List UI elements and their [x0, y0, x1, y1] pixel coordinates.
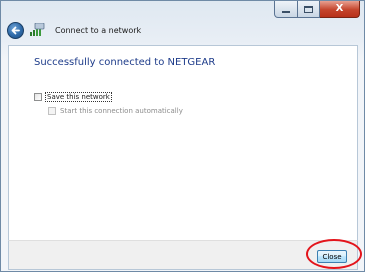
minimize-button[interactable] — [274, 1, 298, 18]
save-network-option[interactable]: Save this network — [34, 92, 112, 102]
save-network-label[interactable]: Save this network — [45, 92, 112, 102]
start-automatically-checkbox — [48, 107, 56, 115]
start-automatically-option: Start this connection automatically — [48, 107, 183, 115]
save-network-checkbox[interactable] — [34, 93, 42, 101]
network-icon — [29, 23, 45, 38]
close-button[interactable]: Close — [317, 250, 347, 263]
maximize-button[interactable] — [298, 1, 320, 18]
back-arrow-icon — [11, 26, 20, 35]
back-button[interactable] — [7, 22, 24, 39]
caption-buttons: X — [274, 1, 360, 18]
title-bar[interactable]: X Connect to a network — [1, 1, 364, 45]
maximize-icon — [304, 5, 313, 13]
start-automatically-label: Start this connection automatically — [60, 107, 183, 115]
page-title: Successfully connected to NETGEAR — [34, 57, 216, 68]
dialog-window: X Connect to a network Successfully conn… — [0, 0, 365, 272]
window-close-button[interactable]: X — [320, 1, 360, 18]
content-area: Successfully connected to NETGEAR Save t… — [8, 45, 358, 240]
minimize-icon — [282, 11, 290, 13]
button-bar: Close — [8, 240, 358, 270]
close-icon: X — [335, 3, 344, 14]
window-title: Connect to a network — [55, 26, 142, 35]
